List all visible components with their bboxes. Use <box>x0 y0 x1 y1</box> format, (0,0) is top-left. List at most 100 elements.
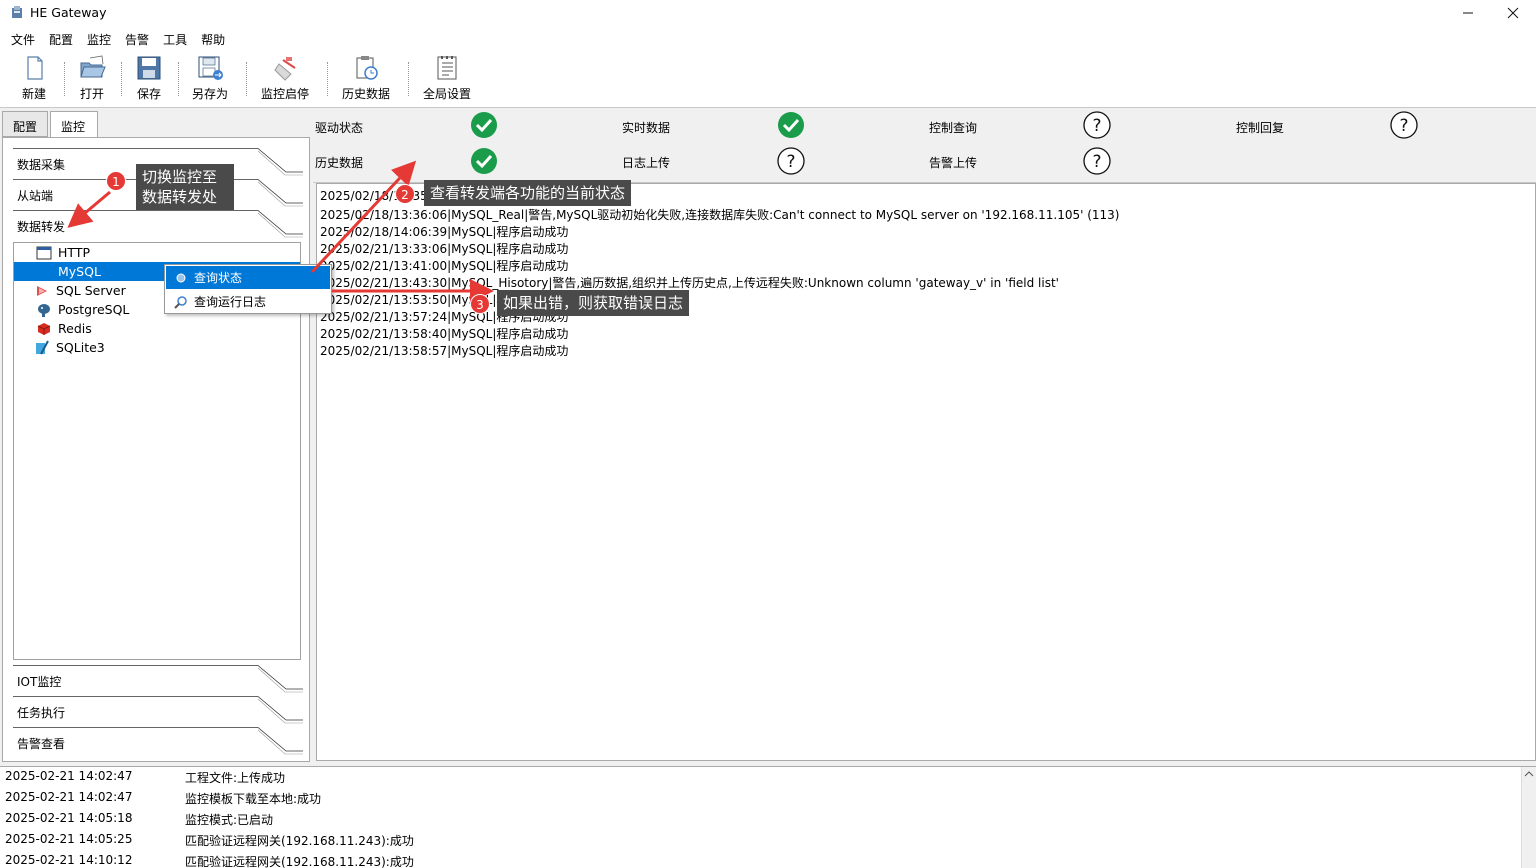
menu-help[interactable]: 帮助 <box>194 26 232 50</box>
log-message: 匹配验证远程网关(192.168.11.243):成功 <box>185 855 414 868</box>
status-control-reply-label: 控制回复 <box>1236 121 1285 135</box>
monitor-toggle-button[interactable]: 监控启停 <box>261 54 309 104</box>
tree-item-label: SQL Server <box>56 283 126 298</box>
log-line: 2025/02/21/13:33:06|MySQL|程序启动成功 <box>320 242 569 256</box>
menu-alarm[interactable]: 告警 <box>118 26 156 50</box>
magnifier-icon <box>174 295 188 309</box>
tree-item-label: MySQL <box>58 264 101 279</box>
question-unknown-icon: ? <box>777 147 805 175</box>
title-bar: HE Gateway <box>0 0 1536 26</box>
section-alarm-view[interactable]: 告警查看 <box>13 727 303 757</box>
save-as-button-label: 另存为 <box>192 87 229 101</box>
minimize-button-area <box>1399 0 1445 26</box>
close-button[interactable] <box>1490 0 1536 26</box>
toolbar-separator <box>64 62 66 96</box>
section-iot-label: IOT监控 <box>17 675 62 689</box>
section-task[interactable]: 任务执行 <box>13 696 303 726</box>
save-as-icon <box>198 56 223 80</box>
ctx-query-status[interactable]: 查询状态 <box>166 266 330 289</box>
run-log-area[interactable]: 2025/02/18/13:35: 2025/02/18/13:36:06|My… <box>316 183 1536 761</box>
tree-item-redis[interactable]: Redis <box>14 319 300 338</box>
annotation-badge-1: 1 <box>106 171 126 191</box>
app-title: HE Gateway <box>30 5 107 20</box>
window-icon <box>36 245 52 261</box>
section-data-forward-label: 数据转发 <box>17 220 66 234</box>
status-driver-label: 驱动状态 <box>315 121 364 135</box>
log-message: 监控模式:已启动 <box>185 813 274 827</box>
log-line: 2025/02/21/13:58:57|MySQL|程序启动成功 <box>320 344 569 358</box>
save-button[interactable]: 保存 <box>135 54 163 104</box>
app-window: HE Gateway 文件 配置 监控 告警 工具 帮助 新建 打开 保存 另存… <box>0 0 1536 868</box>
menu-config[interactable]: 配置 <box>42 26 80 50</box>
menu-file[interactable]: 文件 <box>4 26 42 50</box>
status-history-label: 历史数据 <box>315 156 364 170</box>
log-message: 工程文件:上传成功 <box>185 771 286 785</box>
svg-text:?: ? <box>786 152 795 172</box>
log-message: 监控模板下载至本地:成功 <box>185 792 322 806</box>
annotation-note-2: 查看转发端各功能的当前状态 <box>424 180 632 206</box>
log-time: 2025-02-21 14:05:25 <box>5 832 133 846</box>
log-time: 2025-02-21 14:02:47 <box>5 769 133 783</box>
check-ok-icon <box>471 112 497 138</box>
annotation-note-3: 如果出错，则获取错误日志 <box>497 290 690 316</box>
status-dot-icon <box>174 271 188 285</box>
ctx-query-log-label: 查询运行日志 <box>194 295 267 309</box>
table-row: 2025-02-21 14:02:47 监控模板下载至本地:成功 <box>0 788 1520 809</box>
save-button-label: 保存 <box>136 87 161 101</box>
question-unknown-icon: ? <box>1083 147 1111 175</box>
system-log-list[interactable]: 2025-02-21 14:02:47 工程文件:上传成功 2025-02-21 … <box>0 766 1536 868</box>
tree-item-label: Redis <box>58 321 92 336</box>
toolbar-separator <box>178 62 180 96</box>
log-line: 2025/02/18/13:36:06|MySQL_Real|警告,MySQL驱… <box>320 208 1120 222</box>
sql-server-icon <box>34 283 50 299</box>
history-data-label: 历史数据 <box>342 87 391 101</box>
new-button[interactable]: 新建 <box>20 54 48 104</box>
log-line: 2025/02/21/13:41:00|MySQL|程序启动成功 <box>320 259 569 273</box>
monitor-toggle-label: 监控启停 <box>261 87 310 101</box>
section-slave-label: 从站端 <box>17 189 54 203</box>
global-settings-button[interactable]: 全局设置 <box>423 54 471 104</box>
menu-bar: 文件 配置 监控 告警 工具 帮助 <box>0 26 1536 50</box>
annotation-note-1-line2: 数据转发处 <box>142 188 218 206</box>
settings-list-icon <box>437 56 457 80</box>
check-ok-icon <box>778 112 804 138</box>
menu-monitor[interactable]: 监控 <box>80 26 118 50</box>
toolbar-separator <box>408 62 410 96</box>
tab-monitor[interactable]: 监控 <box>50 111 98 138</box>
vertical-scrollbar[interactable] <box>1521 767 1536 868</box>
table-row: 2025-02-21 14:05:18 监控模式:已启动 <box>0 809 1520 830</box>
status-panel: 驱动状态 实时数据 控制查询 ? 控制回复 ? 历史数据 日志上传 ? 告警上传… <box>313 111 1536 183</box>
section-data-forward[interactable]: 数据转发 <box>13 210 303 240</box>
app-icon <box>12 6 22 18</box>
open-folder-icon <box>80 55 106 78</box>
floppy-disk-icon <box>137 56 161 80</box>
log-time: 2025-02-21 14:10:12 <box>5 853 133 867</box>
annotation-note-1: 切换监控至 数据转发处 <box>136 164 234 210</box>
tab-config[interactable]: 配置 <box>2 111 48 137</box>
svg-text:?: ? <box>1092 152 1101 172</box>
log-line: 2025/02/18/13:35: <box>320 189 432 203</box>
new-button-label: 新建 <box>21 87 46 101</box>
section-iot[interactable]: IOT监控 <box>13 665 303 695</box>
save-as-button[interactable]: 另存为 <box>192 54 228 104</box>
check-ok-icon <box>471 148 497 174</box>
sqlite-feather-icon <box>34 340 50 356</box>
toolbar-separator <box>121 62 123 96</box>
menu-tools[interactable]: 工具 <box>156 26 194 50</box>
table-row: 2025-02-21 14:02:47 工程文件:上传成功 <box>0 767 1520 788</box>
status-log-upload-label: 日志上传 <box>622 156 671 170</box>
svg-text:?: ? <box>1399 116 1408 136</box>
table-row: 2025-02-21 14:10:12 匹配验证远程网关(192.168.11.2… <box>0 851 1520 868</box>
tree-item-sqlite3[interactable]: SQLite3 <box>14 338 300 357</box>
ctx-query-log[interactable]: 查询运行日志 <box>166 290 330 313</box>
context-menu: 查询状态 查询运行日志 <box>164 264 332 314</box>
monitor-toggle-icon <box>274 57 296 81</box>
log-time: 2025-02-21 14:05:18 <box>5 811 133 825</box>
table-row: 2025-02-21 14:05:25 匹配验证远程网关(192.168.11.2… <box>0 830 1520 851</box>
history-data-button[interactable]: 历史数据 <box>342 54 390 104</box>
tree-item-http[interactable]: HTTP <box>14 243 300 262</box>
question-unknown-icon: ? <box>1083 111 1111 139</box>
postgresql-elephant-icon <box>36 302 52 318</box>
maximize-button[interactable] <box>1445 0 1491 26</box>
open-button[interactable]: 打开 <box>78 54 106 104</box>
